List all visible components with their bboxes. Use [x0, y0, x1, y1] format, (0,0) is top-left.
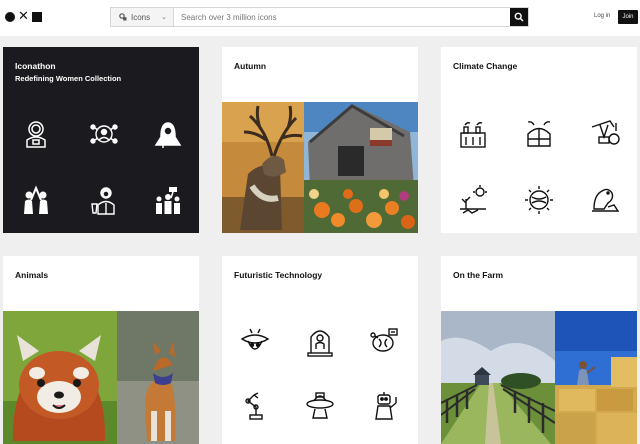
ufo-icon [306, 392, 334, 419]
scientist-woman-icon [91, 187, 115, 215]
collection-card-futuristic-technology[interactable]: Futuristic Technology [222, 256, 418, 444]
factory-pollution-icon [460, 122, 486, 148]
search-category-label: Icons [131, 12, 151, 22]
robot-arm-icon [245, 392, 263, 420]
search-input[interactable] [174, 8, 510, 26]
barn-pumpkins-photo [304, 102, 418, 233]
brain-circuit-icon [370, 328, 398, 352]
drought-sun-icon [460, 185, 487, 214]
collection-card-iconathon[interactable]: Iconathon Redefining Women Collection [3, 47, 199, 233]
global-warming-icon [525, 186, 553, 214]
search-bar: Icons ⌄ [110, 7, 529, 27]
collection-card-climate-change[interactable]: Climate Change [441, 47, 637, 233]
collection-card-autumn[interactable]: Autumn [222, 47, 418, 233]
card-title: Iconathon [15, 61, 56, 71]
astronaut-woman-icon [26, 121, 46, 148]
red-panda-photo [3, 311, 117, 444]
search-icon [514, 12, 524, 22]
polar-bear-icon [592, 188, 620, 212]
global-network-woman-icon [90, 124, 118, 144]
hay-bales-photo [555, 311, 637, 444]
oil-pump-icon [591, 120, 620, 145]
join-button[interactable]: Join [618, 10, 638, 24]
high-five-icon [24, 185, 48, 214]
alien-spaceship-icon [240, 328, 270, 350]
farm-lane-photo [441, 311, 555, 444]
search-button[interactable] [510, 8, 528, 26]
card-title: Autumn [234, 61, 267, 71]
chevron-down-icon: ⌄ [161, 14, 167, 21]
robot-assistant-icon [375, 392, 397, 420]
basenji-dog-photo [117, 311, 199, 444]
card-title: On the Farm [453, 270, 504, 280]
card-title: Futuristic Technology [234, 270, 323, 280]
top-navigation-bar: ✕ Icons ⌄ Log in Join [0, 0, 640, 36]
protest-group-icon [156, 187, 180, 214]
hijab-woman-icon [154, 122, 182, 148]
earth-greenhouse-icon [527, 121, 551, 147]
noun-project-logo[interactable]: ✕ [5, 10, 42, 23]
hologram-person-icon [307, 330, 333, 357]
card-title: Animals [15, 270, 49, 280]
card-subtitle: Redefining Women Collection [15, 74, 122, 83]
icons-category-icon [119, 13, 127, 21]
collection-card-animals[interactable]: Animals [3, 256, 199, 444]
search-category-dropdown[interactable]: Icons ⌄ [111, 8, 174, 26]
reindeer-photo [222, 102, 304, 233]
login-link[interactable]: Log in [594, 13, 610, 19]
card-title: Climate Change [453, 61, 518, 71]
collection-card-on-the-farm[interactable]: On the Farm [441, 256, 637, 444]
